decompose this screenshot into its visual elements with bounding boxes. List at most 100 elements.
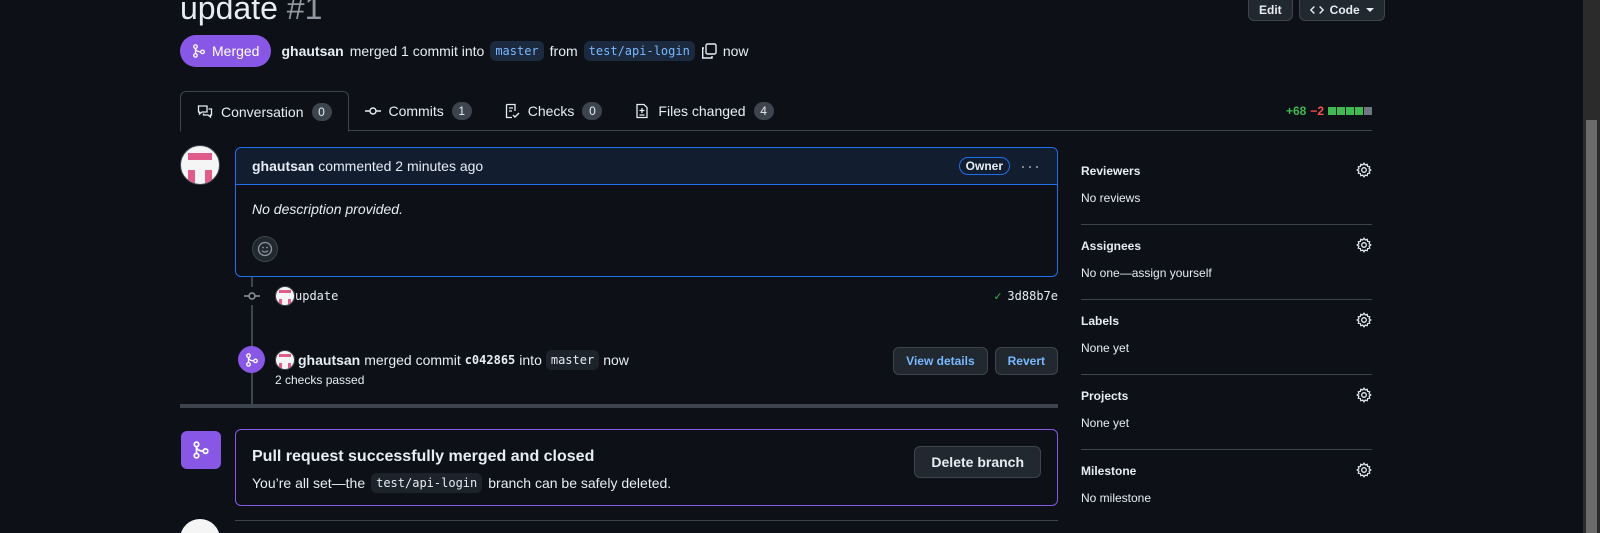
sidebar-value: No reviews xyxy=(1081,191,1141,205)
tab-files-changed[interactable]: Files changed 4 xyxy=(618,91,789,131)
pr-status-row: Merged ghautsan merged 1 commit into mas… xyxy=(180,35,749,67)
gear-icon[interactable] xyxy=(1356,162,1372,178)
merged-panel-subtitle: You’re all set—the test/api-login branch… xyxy=(252,473,672,493)
view-details-button[interactable]: View details xyxy=(893,347,988,375)
checklist-icon xyxy=(505,103,520,119)
merged-status-badge: Merged xyxy=(180,35,272,67)
base-branch[interactable]: master xyxy=(490,41,544,61)
commit-message-link[interactable]: update xyxy=(295,289,338,303)
sidebar-value[interactable]: No one—assign yourself xyxy=(1081,266,1372,280)
scrollbar-thumb[interactable] xyxy=(1586,120,1597,533)
copy-icon[interactable] xyxy=(701,43,717,59)
diffstat-block-added xyxy=(1337,107,1345,115)
deletable-branch[interactable]: test/api-login xyxy=(371,473,483,493)
gear-icon[interactable] xyxy=(1356,237,1372,253)
merged-panel-title: Pull request successfully merged and clo… xyxy=(252,448,595,465)
sidebar-title[interactable]: Labels xyxy=(1081,314,1372,328)
edit-button[interactable]: Edit xyxy=(1248,0,1293,21)
git-merge-icon xyxy=(181,431,221,469)
sidebar-title[interactable]: Assignees xyxy=(1081,239,1372,253)
check-icon[interactable]: ✓ xyxy=(994,289,1001,303)
merger-link[interactable]: ghautsan xyxy=(298,352,360,368)
comment-composer xyxy=(235,520,1058,533)
comment-timestamp[interactable]: commented 2 minutes ago xyxy=(318,158,483,174)
merger-avatar[interactable] xyxy=(275,350,295,370)
deletions-count: −2 xyxy=(1310,104,1324,118)
comment-header: ghautsan commented 2 minutes ago Owner ·… xyxy=(236,148,1057,185)
pr-number: #1 xyxy=(286,0,323,26)
sidebar-title[interactable]: Projects xyxy=(1081,389,1372,403)
files-changed-count: 4 xyxy=(753,102,774,120)
pull-request-page: update #1 Edit Code Merged ghautsan merg… xyxy=(0,0,1600,533)
gear-icon[interactable] xyxy=(1356,387,1372,403)
git-commit-icon xyxy=(364,107,381,115)
gear-icon[interactable] xyxy=(1356,462,1372,478)
additions-count: +68 xyxy=(1285,104,1307,118)
merge-summary-text: merged 1 commit into xyxy=(349,43,485,59)
merge-commit-sha[interactable]: c042865 xyxy=(465,353,516,367)
smiley-icon xyxy=(257,241,273,257)
pr-author-link[interactable]: ghautsan xyxy=(281,43,343,59)
gear-icon[interactable] xyxy=(1356,312,1372,328)
sidebar-value: None yet xyxy=(1081,416,1130,430)
tab-conversation[interactable]: Conversation 0 xyxy=(180,91,349,132)
sidebar-value: None yet xyxy=(1081,341,1130,355)
merge-target-branch[interactable]: master xyxy=(545,350,600,370)
git-merge-icon xyxy=(193,44,205,58)
delete-branch-button[interactable]: Delete branch xyxy=(914,446,1041,478)
diffstat-block-added xyxy=(1328,107,1336,115)
merge-event-actions: View details Revert xyxy=(893,347,1058,375)
pr-tabs: Conversation 0 Commits 1 Checks 0 Files … xyxy=(180,91,1372,132)
comment-body: No description provided. xyxy=(252,201,403,217)
conversation-count: 0 xyxy=(311,102,332,121)
sidebar-projects: Projects None yet xyxy=(1081,375,1372,450)
author-avatar[interactable] xyxy=(180,145,220,185)
commit-sha-group: ✓ 3d88b7e xyxy=(994,289,1058,303)
comment-discussion-icon xyxy=(197,104,213,118)
timeline-commit: update ✓ 3d88b7e xyxy=(243,286,1058,306)
git-commit-icon xyxy=(243,287,261,305)
timeline-merged-event: ghautsan merged commit c042865 into mast… xyxy=(238,345,1058,395)
kebab-menu-icon[interactable]: ··· xyxy=(1020,156,1041,177)
commit-sha-link[interactable]: 3d88b7e xyxy=(1007,289,1058,303)
merged-status-panel: Pull request successfully merged and clo… xyxy=(235,429,1058,506)
diffstat-block-neutral xyxy=(1364,107,1372,115)
code-button[interactable]: Code xyxy=(1298,0,1385,21)
pr-title: update xyxy=(180,0,278,26)
tab-commits[interactable]: Commits 1 xyxy=(349,91,488,131)
diffstat: +68 −2 xyxy=(1286,104,1372,118)
sidebar-assignees: Assignees No one—assign yourself xyxy=(1081,225,1372,300)
commit-author-avatar[interactable] xyxy=(275,286,295,306)
comment-composer-avatar xyxy=(180,519,220,533)
code-icon xyxy=(1309,5,1324,14)
caret-down-icon xyxy=(1365,7,1374,12)
sidebar-labels: Labels None yet xyxy=(1081,300,1372,375)
page-scrollbar[interactable] xyxy=(1583,0,1600,533)
file-diff-icon xyxy=(636,103,649,119)
sidebar-title[interactable]: Reviewers xyxy=(1081,164,1372,178)
pr-description-comment: ghautsan commented 2 minutes ago Owner ·… xyxy=(235,147,1058,277)
sidebar-title[interactable]: Milestone xyxy=(1081,464,1372,478)
merge-event-time[interactable]: now xyxy=(603,352,629,368)
sidebar-value: No milestone xyxy=(1081,491,1152,505)
sidebar-milestone: Milestone No milestone xyxy=(1081,450,1372,525)
sidebar-reviewers: Reviewers No reviews xyxy=(1081,150,1372,225)
comment-author[interactable]: ghautsan xyxy=(252,158,314,174)
merge-time: now xyxy=(722,43,749,59)
timeline-divider xyxy=(180,404,1058,408)
add-reaction-button[interactable] xyxy=(252,236,278,262)
head-branch[interactable]: test/api-login xyxy=(583,41,695,61)
revert-button[interactable]: Revert xyxy=(994,347,1058,375)
git-merge-icon xyxy=(238,346,265,373)
from-text: from xyxy=(549,43,578,59)
tab-checks[interactable]: Checks 0 xyxy=(488,91,619,131)
owner-badge: Owner xyxy=(958,157,1011,175)
commits-count: 1 xyxy=(451,102,472,120)
checks-passed-text[interactable]: 2 checks passed xyxy=(275,373,364,387)
checks-count: 0 xyxy=(582,102,603,120)
merge-event-text: ghautsan merged commit c042865 into mast… xyxy=(298,350,629,370)
diffstat-block-added xyxy=(1346,107,1354,115)
diffstat-blocks xyxy=(1328,107,1372,115)
diffstat-block-added xyxy=(1355,107,1363,115)
header-actions: Edit Code xyxy=(1248,0,1385,21)
